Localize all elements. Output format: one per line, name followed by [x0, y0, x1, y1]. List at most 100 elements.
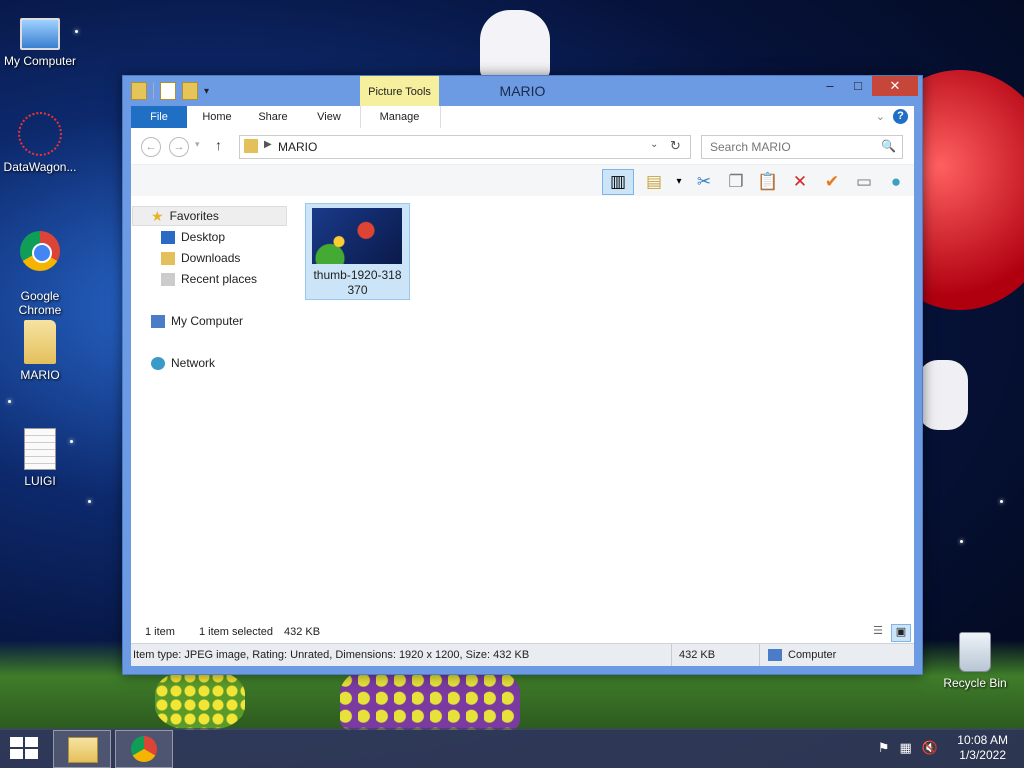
- tab-share[interactable]: Share: [245, 106, 301, 128]
- taskbar-file-explorer[interactable]: [53, 730, 111, 768]
- system-tray: ⚑ ▦ 🔇: [878, 740, 938, 756]
- address-dropdown-icon[interactable]: ⌄: [650, 139, 658, 150]
- nav-item-network[interactable]: Network: [151, 353, 215, 373]
- chrome-icon: [131, 736, 157, 762]
- start-button[interactable]: [10, 737, 38, 759]
- large-icons-view-icon[interactable]: ▣: [891, 624, 911, 642]
- divider: [671, 644, 672, 666]
- refresh-button[interactable]: ↻: [670, 138, 681, 154]
- file-item[interactable]: thumb-1920-318 370: [305, 203, 410, 300]
- taskbar-chrome[interactable]: [115, 730, 173, 768]
- content-area: ★ Favorites Desktop Downloads Recent pla…: [131, 196, 914, 621]
- nav-item-my-computer[interactable]: My Computer: [151, 311, 243, 331]
- explorer-window: ▾ Picture Tools MARIO – □ ✕ File Home Sh…: [122, 75, 923, 675]
- wallpaper-glove: [480, 10, 550, 80]
- network-icon[interactable]: ▦: [900, 740, 912, 756]
- details-bar: Item type: JPEG image, Rating: Unrated, …: [131, 643, 914, 666]
- address-row: ← → ▾ ↑ ▶ MARIO ⌄ ↻ Search MARIO 🔍: [131, 128, 914, 164]
- nav-item-favorites[interactable]: ★ Favorites: [132, 206, 287, 226]
- star-icon: ★: [151, 208, 164, 224]
- delete-icon[interactable]: ✕: [788, 170, 812, 194]
- properties-folder-icon[interactable]: ▤: [642, 170, 666, 194]
- help-icon[interactable]: ?: [893, 109, 908, 124]
- wallpaper-star: [960, 540, 963, 543]
- desktop-icon-label: MARIO: [20, 368, 60, 382]
- file-explorer-icon: [68, 737, 98, 763]
- window-controls: – □ ✕: [816, 76, 918, 96]
- tab-view[interactable]: View: [301, 106, 357, 128]
- forward-button[interactable]: →: [169, 137, 189, 157]
- volume-muted-icon[interactable]: 🔇: [922, 740, 938, 756]
- status-bar: 1 item 1 item selected 432 KB ☰ ▣: [131, 621, 914, 643]
- recent-places-icon: [161, 272, 175, 286]
- desktop-icon: [161, 230, 175, 244]
- divider: [759, 644, 760, 666]
- window-title: MARIO: [499, 83, 546, 99]
- ribbon-right-controls: ⌄ ?: [876, 109, 908, 124]
- maximize-button[interactable]: □: [844, 76, 872, 96]
- breadcrumb-separator-icon[interactable]: ▶: [264, 139, 272, 150]
- network-icon: [151, 356, 165, 370]
- dropdown-icon[interactable]: ▾: [674, 170, 684, 194]
- tab-home[interactable]: Home: [189, 106, 245, 128]
- clock[interactable]: 10:08 AM 1/3/2022: [957, 733, 1008, 763]
- nav-item-label: Downloads: [181, 251, 241, 265]
- desktop-icon-chrome[interactable]: Google Chrome: [0, 217, 80, 331]
- nav-item-label: Recent places: [181, 272, 258, 286]
- datawagon-icon: [18, 112, 62, 156]
- chrome-icon: [20, 231, 60, 271]
- tab-file[interactable]: File: [131, 106, 187, 128]
- paste-icon[interactable]: 📋: [756, 170, 780, 194]
- desktop-icon-luigi[interactable]: LUIGI: [0, 428, 80, 488]
- nav-item-downloads[interactable]: Downloads: [161, 248, 240, 268]
- copy-icon[interactable]: ❐: [724, 170, 748, 194]
- toolbar-icons: ▥ ▤ ▾ ✂ ❐ 📋 ✕ ✔ ▭ ●: [602, 169, 908, 195]
- action-center-flag-icon[interactable]: ⚑: [878, 740, 890, 756]
- computer-icon: [20, 18, 60, 50]
- nav-item-label: My Computer: [171, 314, 244, 328]
- desktop-icon-label: DataWagon...: [3, 160, 77, 174]
- clock-date: 1/3/2022: [959, 748, 1006, 762]
- nav-item-label: Desktop: [181, 230, 226, 244]
- desktop-icon-recycle-bin[interactable]: Recycle Bin: [935, 632, 1015, 690]
- desktop-icon-datawagon[interactable]: DataWagon...: [0, 112, 80, 174]
- rename-icon[interactable]: ✔: [820, 170, 844, 194]
- document-icon: [24, 428, 56, 470]
- wallpaper-flowers: [155, 670, 245, 730]
- wallpaper-glove: [918, 360, 968, 430]
- nav-item-desktop[interactable]: Desktop: [161, 227, 225, 247]
- expand-ribbon-icon[interactable]: ⌄: [876, 110, 885, 123]
- computer-icon: [151, 314, 165, 328]
- preview-pane-icon[interactable]: ▥: [602, 169, 634, 195]
- command-toolbar: ▥ ▤ ▾ ✂ ❐ 📋 ✕ ✔ ▭ ●: [131, 164, 914, 197]
- cut-icon[interactable]: ✂: [692, 170, 716, 194]
- search-icon[interactable]: 🔍: [881, 139, 896, 153]
- recent-locations-dropdown-icon[interactable]: ▾: [195, 139, 200, 150]
- taskbar: ⚑ ▦ 🔇 10:08 AM 1/3/2022: [0, 728, 1024, 768]
- email-icon[interactable]: ▭: [852, 170, 876, 194]
- downloads-icon: [161, 251, 175, 265]
- item-count: 1 item: [145, 626, 175, 638]
- breadcrumb[interactable]: MARIO: [278, 140, 317, 154]
- desktop-icon-label: Google Chrome: [18, 289, 62, 317]
- minimize-button[interactable]: –: [816, 76, 844, 96]
- desktop-icon-mario[interactable]: MARIO: [0, 320, 80, 382]
- folder-icon: [244, 139, 258, 153]
- desktop-icon-label: Recycle Bin: [943, 676, 1007, 690]
- up-button[interactable]: ↑: [215, 137, 222, 153]
- details-view-icon[interactable]: ☰: [869, 624, 887, 640]
- address-bar[interactable]: ▶ MARIO ⌄ ↻: [239, 135, 691, 159]
- desktop-icon-my-computer[interactable]: My Computer: [0, 12, 80, 68]
- nav-item-label: Favorites: [169, 209, 219, 223]
- clock-time: 10:08 AM: [957, 733, 1008, 747]
- close-button[interactable]: ✕: [872, 76, 918, 96]
- desktop-icon-label: LUIGI: [24, 474, 56, 488]
- title-bar[interactable]: ▾ Picture Tools MARIO – □ ✕: [123, 76, 922, 106]
- search-placeholder: Search MARIO: [710, 140, 791, 154]
- tab-manage[interactable]: Manage: [360, 106, 439, 128]
- wallpaper-star: [8, 400, 11, 403]
- search-input[interactable]: Search MARIO 🔍: [701, 135, 903, 159]
- shell-icon[interactable]: ●: [884, 170, 908, 194]
- back-button[interactable]: ←: [141, 137, 161, 157]
- nav-item-recent-places[interactable]: Recent places: [161, 269, 257, 289]
